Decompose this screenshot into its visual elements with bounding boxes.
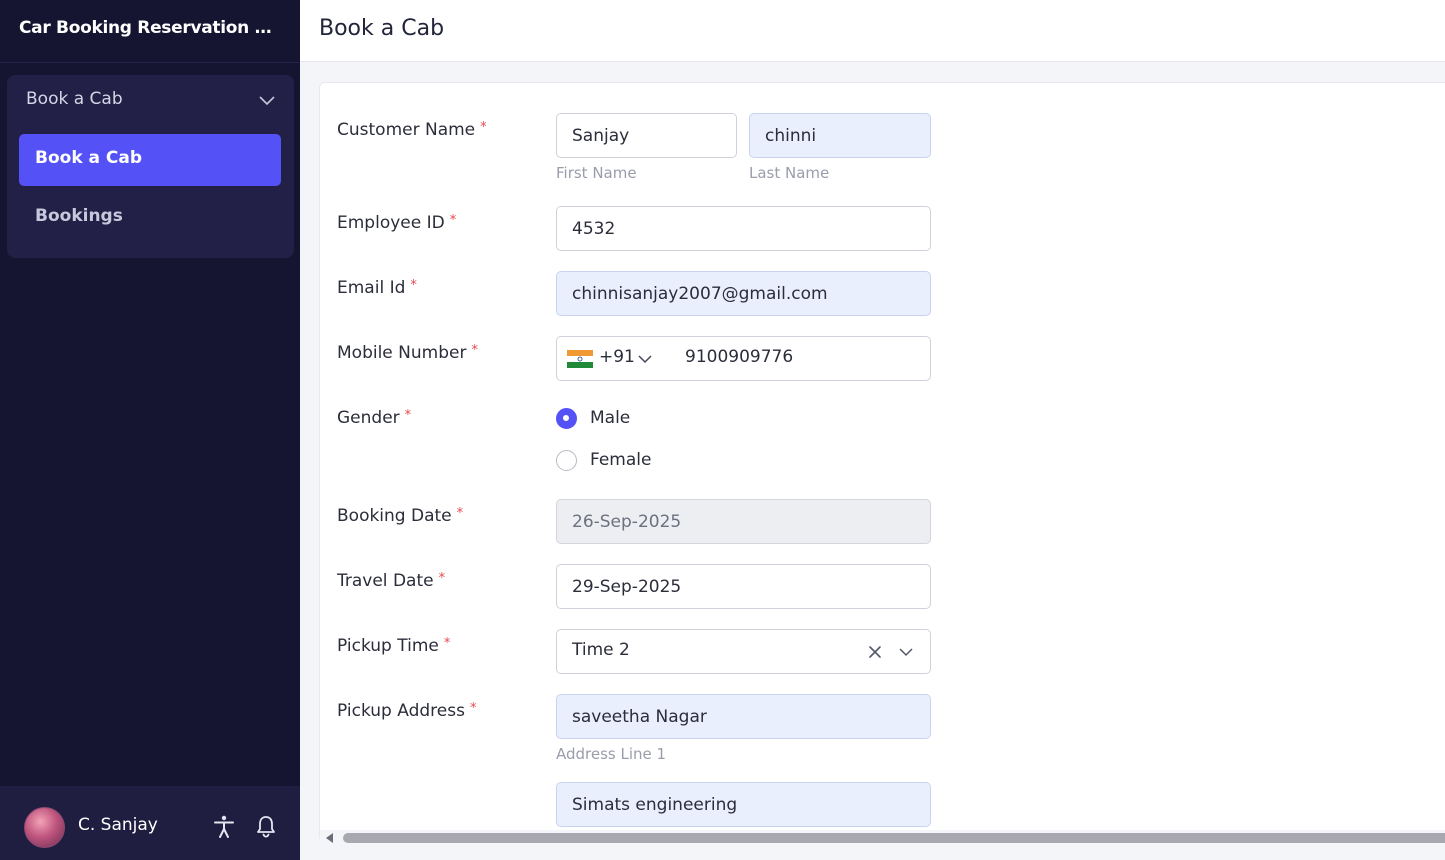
topbar: Book a Cab (300, 0, 1445, 62)
india-flag-icon (567, 350, 593, 368)
avatar[interactable] (24, 807, 65, 848)
address-line-1-hint: Address Line 1 (556, 745, 667, 763)
pickup-time-label: Pickup Time * (337, 636, 451, 656)
chevron-down-icon (259, 96, 275, 106)
accessibility-icon[interactable] (213, 815, 235, 839)
booking-date-label: Booking Date * (337, 506, 464, 526)
booking-date-input (556, 499, 931, 544)
nav-group-header[interactable]: Book a Cab (7, 75, 294, 125)
user-name: C. Sanjay (78, 815, 158, 835)
gender-male-radio[interactable] (556, 408, 577, 429)
required-marker: * (404, 408, 412, 423)
required-marker: * (469, 701, 477, 716)
mobile-number-field: +91 (556, 336, 931, 381)
sidebar: Car Booking Reservation System Book a Ca… (0, 0, 300, 860)
address-line-2-input[interactable] (556, 782, 931, 827)
scroll-left-arrow-icon[interactable] (326, 833, 333, 843)
mobile-number-input[interactable] (685, 347, 915, 367)
chevron-down-icon[interactable] (898, 647, 914, 658)
address-line-1-input[interactable] (556, 694, 931, 739)
required-marker: * (471, 343, 478, 358)
email-input[interactable] (556, 271, 931, 316)
required-marker: * (443, 636, 451, 651)
first-name-input[interactable] (556, 113, 737, 158)
sidebar-item-book-a-cab[interactable]: Book a Cab (19, 134, 281, 186)
last-name-input[interactable] (749, 113, 931, 158)
nav-group-book-a-cab: Book a Cab Book a Cab Bookings (7, 75, 294, 258)
email-label: Email Id * (337, 278, 417, 298)
app-title: Car Booking Reservation System (19, 18, 279, 38)
close-icon[interactable] (868, 645, 882, 659)
employee-id-label: Employee ID * (337, 213, 457, 233)
required-marker: * (410, 278, 417, 293)
horizontal-scrollbar[interactable] (320, 830, 1445, 846)
pickup-time-value: Time 2 (572, 640, 630, 660)
travel-date-input[interactable] (556, 564, 931, 609)
bell-icon[interactable] (255, 814, 277, 838)
pickup-time-select[interactable]: Time 2 (556, 629, 931, 674)
gender-male-label[interactable]: Male (590, 408, 630, 428)
country-code[interactable]: +91 (599, 347, 635, 367)
required-marker: * (438, 571, 446, 586)
gender-female-radio[interactable] (556, 450, 577, 471)
scrollbar-thumb[interactable] (343, 833, 1445, 843)
customer-name-label: Customer Name * (337, 120, 487, 140)
required-marker: * (449, 213, 457, 228)
first-name-hint: First Name (556, 164, 637, 182)
gender-label: Gender * (337, 408, 412, 428)
sidebar-footer: C. Sanjay (0, 786, 300, 860)
sidebar-item-label: Bookings (35, 206, 123, 226)
required-marker: * (456, 506, 464, 521)
employee-id-input[interactable] (556, 206, 931, 251)
sidebar-divider (0, 62, 300, 63)
sidebar-item-bookings[interactable]: Bookings (19, 192, 281, 244)
mobile-number-label: Mobile Number * (337, 343, 478, 363)
page-title: Book a Cab (319, 16, 445, 41)
pickup-address-label: Pickup Address * (337, 701, 477, 721)
gender-female-label[interactable]: Female (590, 450, 651, 470)
travel-date-label: Travel Date * (337, 571, 446, 591)
last-name-hint: Last Name (749, 164, 830, 182)
chevron-down-icon[interactable] (637, 353, 653, 365)
sidebar-item-label: Book a Cab (35, 148, 143, 168)
required-marker: * (480, 120, 487, 135)
nav-group-label: Book a Cab (26, 89, 123, 109)
booking-form: Customer Name* First Name Last Name Empl… (319, 82, 1445, 842)
